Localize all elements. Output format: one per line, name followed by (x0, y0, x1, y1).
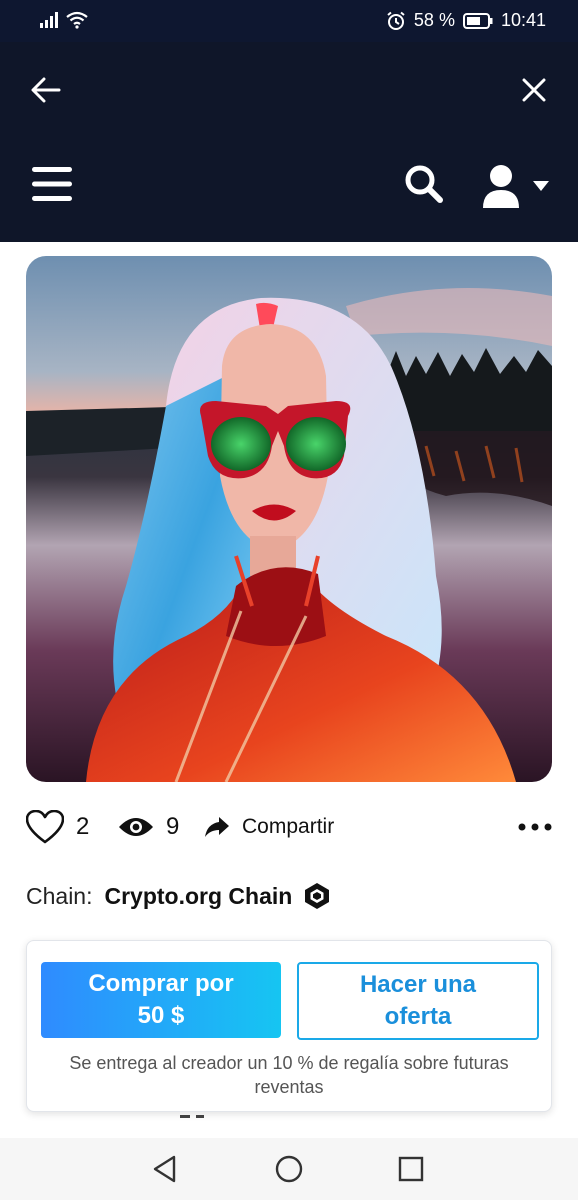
chain-info: Chain: Crypto.org Chain (26, 882, 330, 910)
nav-home-icon[interactable] (274, 1154, 304, 1184)
artwork-actions: 2 9 Compartir (26, 805, 552, 849)
close-button[interactable] (514, 70, 554, 110)
likes-count: 2 (76, 813, 90, 840)
buy-price: 50 $ (137, 1002, 185, 1029)
royalty-note: Se entrega al creador un 10 % de regalía… (69, 1053, 509, 1097)
app-header (0, 42, 578, 242)
offer-label-line2: oferta (384, 1003, 452, 1030)
more-dots-icon (518, 823, 552, 831)
status-left (40, 11, 88, 29)
search-icon (405, 165, 443, 203)
status-right: 58 % 10:41 (386, 10, 546, 31)
back-button[interactable] (26, 70, 66, 110)
battery-percent: 58 % (413, 10, 455, 30)
artwork-illustration (26, 256, 552, 782)
offer-button-label: Hacer una oferta (360, 969, 476, 1033)
like-button[interactable]: 2 (26, 805, 89, 849)
offer-label-line1: Hacer una (359, 971, 477, 998)
hamburger-menu-icon (32, 167, 72, 201)
nav-back-icon[interactable] (150, 1154, 180, 1184)
more-options-button[interactable] (518, 805, 552, 849)
menu-button[interactable] (28, 160, 76, 208)
eye-icon (119, 818, 153, 836)
close-icon (522, 78, 546, 102)
nav-recent-apps-icon[interactable] (396, 1154, 426, 1184)
share-arrow-icon (205, 817, 229, 837)
wifi-icon (66, 11, 88, 29)
clock: 10:41 (500, 10, 546, 30)
views-stat: 9 (118, 805, 179, 849)
alarm-icon (387, 11, 405, 30)
buy-label-line1: Comprar por (88, 970, 234, 997)
user-avatar-icon (483, 165, 519, 208)
arrow-left-icon (31, 77, 61, 103)
purchase-panel: Comprar por 50 $ Hacer una oferta Se ent… (26, 940, 552, 1112)
share-button[interactable]: Compartir (204, 805, 334, 849)
chain-value: Crypto.org Chain (104, 882, 293, 909)
chain-label: Chain: (26, 882, 93, 909)
heart-icon (26, 810, 64, 844)
nft-artwork-image[interactable] (26, 256, 552, 782)
battery-icon (462, 12, 493, 29)
caret-down-icon (533, 181, 549, 191)
buy-button[interactable]: Comprar por 50 $ (41, 962, 281, 1038)
views-count: 9 (166, 813, 180, 840)
crypto-org-chain-icon (305, 883, 330, 909)
signal-icon (40, 12, 58, 28)
make-offer-button[interactable]: Hacer una oferta (297, 962, 539, 1040)
status-bar: 58 % 10:41 (0, 0, 578, 42)
search-button[interactable] (400, 160, 448, 208)
user-menu-button[interactable] (476, 160, 554, 212)
buy-button-label: Comprar por 50 $ (88, 968, 233, 1032)
system-navigation-bar (0, 1138, 578, 1200)
share-label: Compartir (242, 815, 335, 838)
